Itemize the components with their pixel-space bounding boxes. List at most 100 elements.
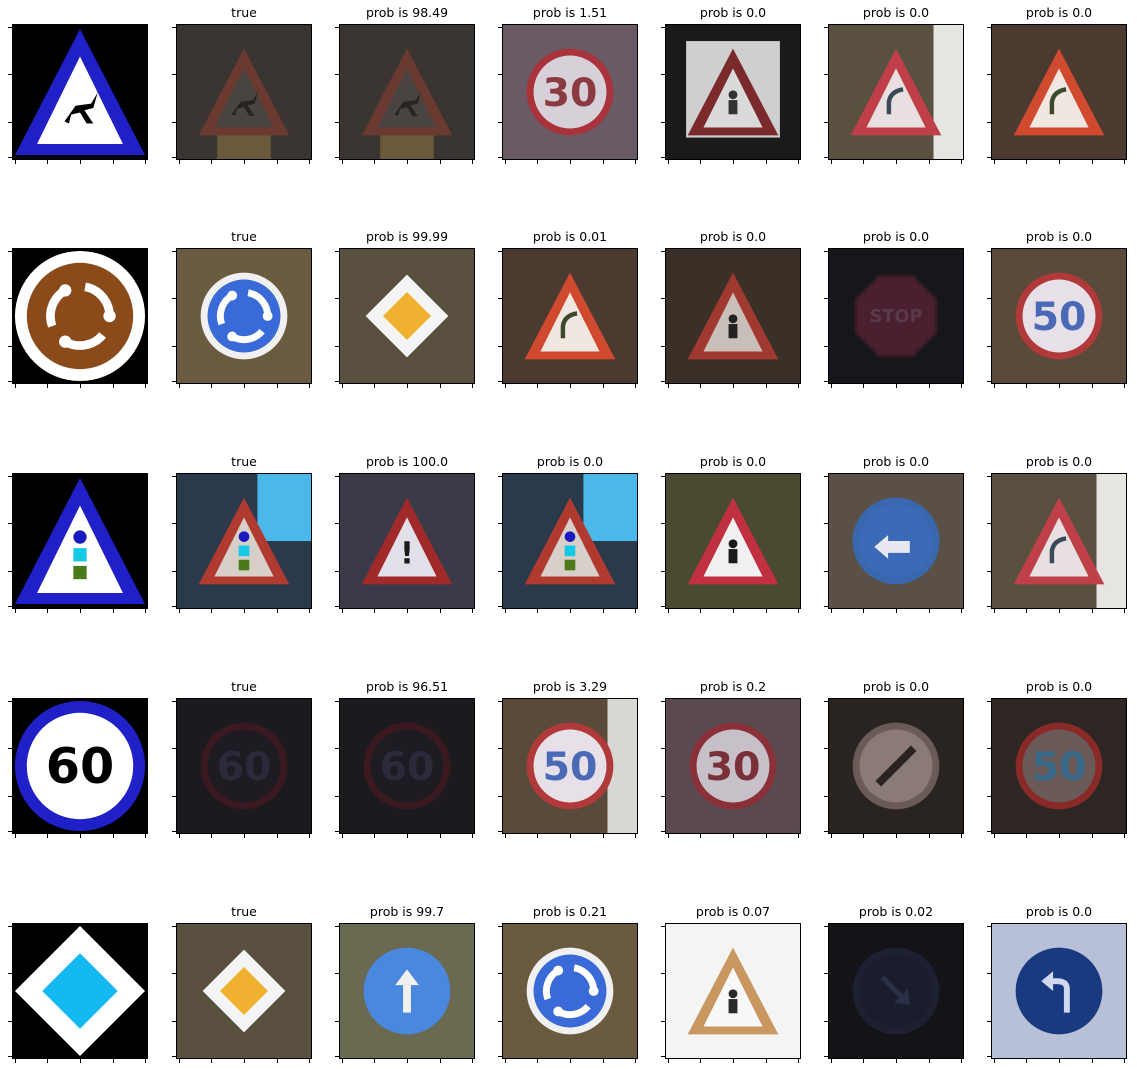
x-tick [472,160,474,164]
sample-image-axes [502,473,638,609]
figure-symbol [728,989,738,1014]
y-tick [172,795,176,797]
y-tick [987,381,991,383]
y-tick [172,831,176,833]
sample-image-axes: 60 [339,698,475,834]
x-tick [863,384,865,388]
sample-sign-image: ! [340,474,474,608]
sign-face [1022,954,1096,1028]
svg-text:30: 30 [706,744,761,790]
x-tick [1059,834,1060,838]
sample-sign-image [340,924,474,1058]
x-tick [276,609,278,613]
x-tick [244,834,245,838]
x-tick [570,609,571,613]
y-tick [172,298,176,300]
x-tick [1091,609,1093,613]
y-tick [824,831,828,833]
x-tick [341,609,343,613]
svg-text:60: 60 [217,744,272,790]
x-tick [993,1059,995,1063]
sample-sign-image [992,924,1126,1058]
x-tick [1124,384,1126,388]
sample-image-axes [828,24,964,160]
y-tick [172,523,176,525]
figure-symbol [728,539,738,564]
y-tick [661,381,665,383]
panel-title: prob is 0.0 [699,5,767,20]
y-tick [498,795,502,797]
y-tick [8,973,12,975]
x-tick [733,609,734,613]
y-tick [8,345,12,347]
reference-sign-axes [12,473,148,609]
x-tick [14,1059,16,1063]
sample-sign-image [340,249,474,383]
y-tick [8,475,12,477]
panel-title: prob is 100.0 [365,454,449,469]
sample-sign-image [177,474,311,608]
panel-title: prob is 0.21 [532,904,608,919]
x-tick [863,160,865,164]
y-tick [498,345,502,347]
sample-image-axes: 30 [502,24,638,160]
x-tick [667,834,669,838]
panel-title: true [231,454,257,469]
y-tick [661,523,665,525]
x-tick [635,1059,637,1063]
x-tick [1059,384,1060,388]
x-tick [276,384,278,388]
x-tick [765,834,767,838]
50-symbol: 50 [543,744,598,790]
sample-image-axes [665,473,801,609]
y-tick [8,523,12,525]
x-tick [80,834,81,838]
x-tick [504,160,506,164]
x-tick [602,160,604,164]
x-tick [537,834,539,838]
y-tick [987,121,991,123]
panel-title: prob is 3.29 [532,679,608,694]
y-tick [824,795,828,797]
y-tick [661,1056,665,1058]
reference-sign-image [13,25,147,159]
figure-symbol [728,90,738,115]
x-tick [830,1059,832,1063]
30-symbol: 30 [543,70,598,116]
x-tick [14,834,16,838]
x-tick [830,834,832,838]
y-tick [987,748,991,750]
x-tick [341,160,343,164]
sample-sign-image [177,924,311,1058]
y-tick [987,700,991,702]
y-tick [498,298,502,300]
x-tick [244,160,245,164]
x-tick [570,160,571,164]
x-tick [798,1059,800,1063]
x-tick [112,609,114,613]
x-tick [1091,384,1093,388]
sample-image-axes [665,248,801,384]
60-symbol: 60 [217,744,272,790]
lights-symbol [238,531,250,571]
x-tick [863,1059,865,1063]
x-tick [504,834,506,838]
x-tick [504,384,506,388]
x-tick [211,384,213,388]
x-tick [145,834,147,838]
x-tick [211,1059,213,1063]
y-tick [335,121,339,123]
y-tick [987,795,991,797]
x-tick [602,1059,604,1063]
panel-title: prob is 0.07 [695,904,771,919]
sample-image-axes: 50 [991,698,1127,834]
sample-sign-image [666,474,800,608]
panel-title: prob is 98.49 [365,5,449,20]
x-tick [145,384,147,388]
x-tick [765,609,767,613]
x-tick [374,384,376,388]
sample-sign-image [829,924,963,1058]
y-tick [824,298,828,300]
x-tick [1091,834,1093,838]
STOP-symbol: STOP [870,307,923,327]
